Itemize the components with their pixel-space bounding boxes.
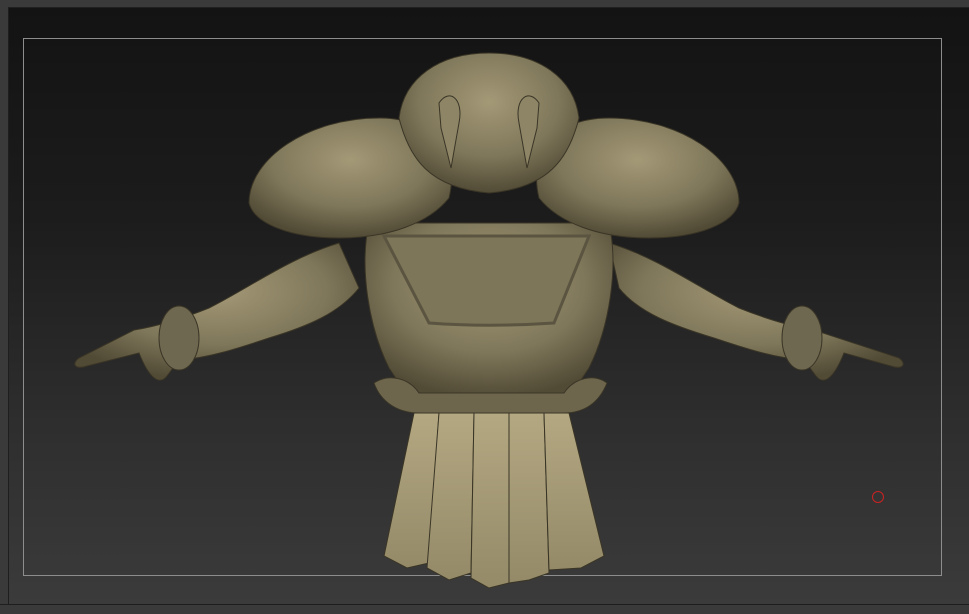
right-arm — [608, 242, 904, 381]
application-window — [0, 0, 969, 614]
circle-cursor-icon — [872, 491, 884, 503]
left-arm — [74, 242, 360, 381]
top-toolbar — [0, 0, 969, 8]
document-canvas[interactable] — [9, 8, 969, 604]
armor-skirt — [383, 412, 605, 589]
right-bracer — [781, 305, 823, 371]
left-bracer — [158, 305, 200, 371]
sculpted-model[interactable] — [9, 8, 969, 604]
left-shelf — [0, 7, 9, 613]
